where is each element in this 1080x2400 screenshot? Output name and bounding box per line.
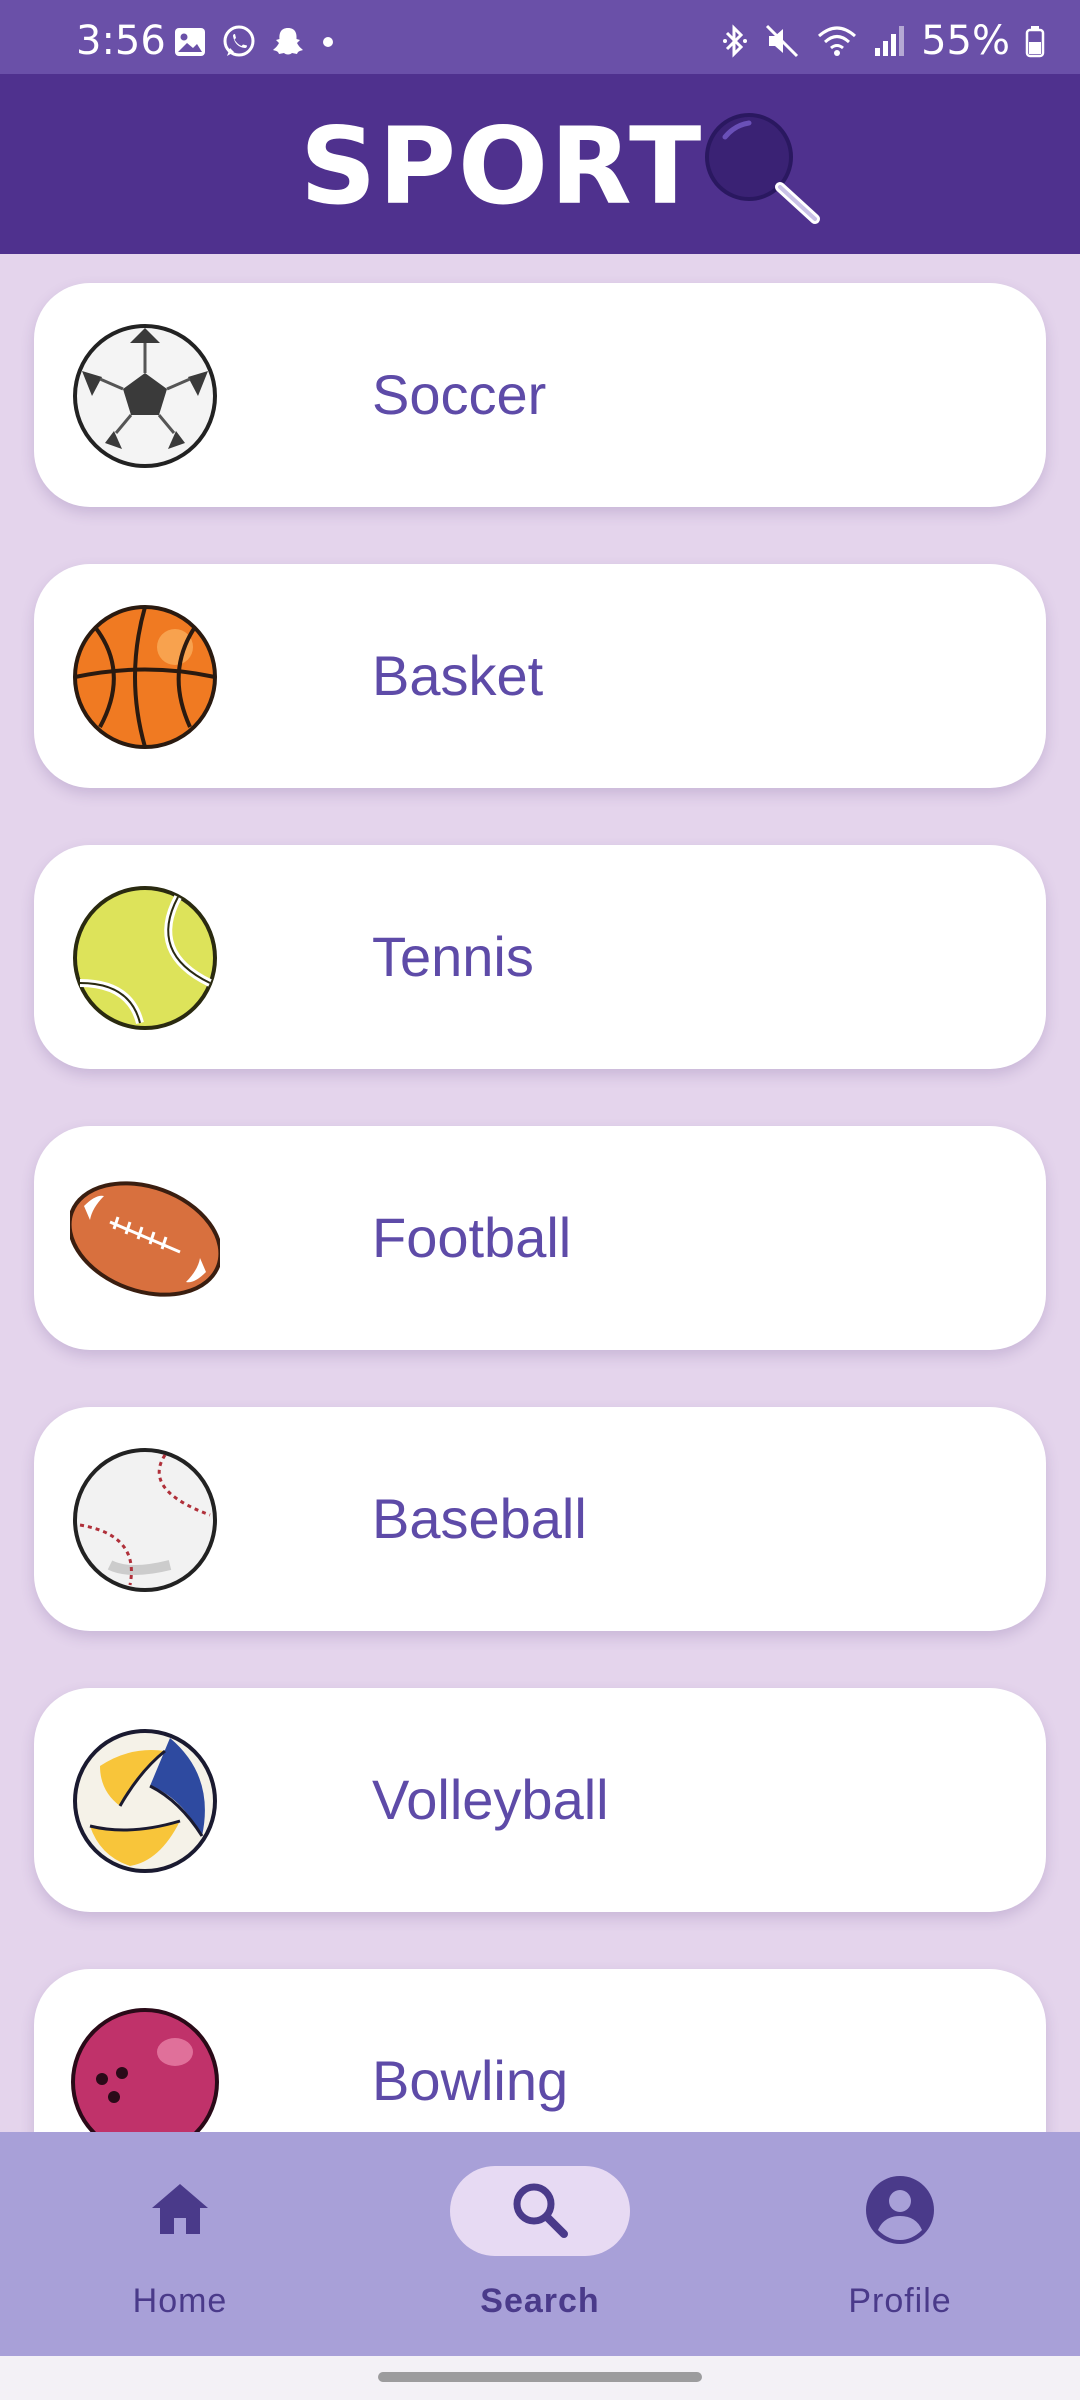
nav-label-search: Search bbox=[480, 2282, 600, 2320]
notification-icons bbox=[172, 22, 338, 62]
system-status: 55% bbox=[721, 18, 1046, 64]
sport-card-volleyball[interactable]: Volleyball bbox=[34, 1688, 1046, 1912]
magnifier-icon bbox=[705, 113, 821, 224]
wifi-icon bbox=[818, 26, 857, 56]
battery-percent: 55% bbox=[921, 18, 1010, 64]
snapchat-icon bbox=[273, 28, 303, 55]
sport-label: Soccer bbox=[372, 363, 547, 426]
gallery-icon bbox=[175, 28, 205, 56]
baseball-icon bbox=[73, 1448, 217, 1592]
battery-icon bbox=[1025, 26, 1045, 58]
logo-text: SPORT bbox=[300, 105, 704, 228]
tennis-ball-icon bbox=[73, 886, 217, 1030]
signal-icon bbox=[875, 26, 905, 56]
sport-card-tennis[interactable]: Tennis bbox=[34, 845, 1046, 1069]
whatsapp-icon bbox=[223, 25, 255, 57]
sport-label: Football bbox=[372, 1206, 572, 1269]
sport-card-soccer[interactable]: Soccer bbox=[34, 283, 1046, 507]
nav-label-profile: Profile bbox=[848, 2282, 952, 2320]
bowling-ball-icon bbox=[71, 2008, 219, 2132]
sport-card-football[interactable]: Football bbox=[34, 1126, 1046, 1350]
profile-icon bbox=[866, 2176, 934, 2244]
sport-label: Bowling bbox=[372, 2049, 569, 2112]
sport-card-basket[interactable]: Basket bbox=[34, 564, 1046, 788]
app-logo: SPORT bbox=[300, 105, 827, 228]
volleyball-icon bbox=[73, 1729, 217, 1873]
gesture-bar[interactable] bbox=[378, 2372, 702, 2382]
football-icon bbox=[70, 1181, 220, 1297]
nav-home[interactable]: Home bbox=[0, 2132, 360, 2356]
sport-label: Basket bbox=[372, 644, 544, 707]
nav-label-home: Home bbox=[132, 2282, 228, 2320]
soccer-ball-icon bbox=[73, 324, 217, 468]
sport-card-baseball[interactable]: Baseball bbox=[34, 1407, 1046, 1631]
sport-list[interactable]: Soccer Basket Tennis Football Baseball V… bbox=[0, 254, 1080, 2132]
dot-icon bbox=[323, 37, 333, 47]
basketball-icon bbox=[73, 605, 217, 749]
mute-icon bbox=[766, 24, 799, 58]
status-bar: 3:56 55% bbox=[0, 0, 1080, 74]
sport-card-bowling[interactable]: Bowling bbox=[34, 1969, 1046, 2132]
gesture-area bbox=[0, 2356, 1080, 2400]
bottom-nav: Home Search Profile bbox=[0, 2132, 1080, 2356]
sport-label: Baseball bbox=[372, 1487, 587, 1550]
status-time: 3:56 bbox=[76, 18, 166, 64]
nav-profile[interactable]: Profile bbox=[720, 2132, 1080, 2356]
app-header: SPORT bbox=[0, 74, 1080, 254]
nav-search[interactable]: Search bbox=[360, 2132, 720, 2356]
sport-label: Tennis bbox=[372, 925, 534, 988]
home-icon bbox=[152, 2184, 208, 2234]
sport-label: Volleyball bbox=[372, 1768, 609, 1831]
bluetooth-icon bbox=[723, 24, 748, 58]
search-icon bbox=[513, 2183, 568, 2238]
